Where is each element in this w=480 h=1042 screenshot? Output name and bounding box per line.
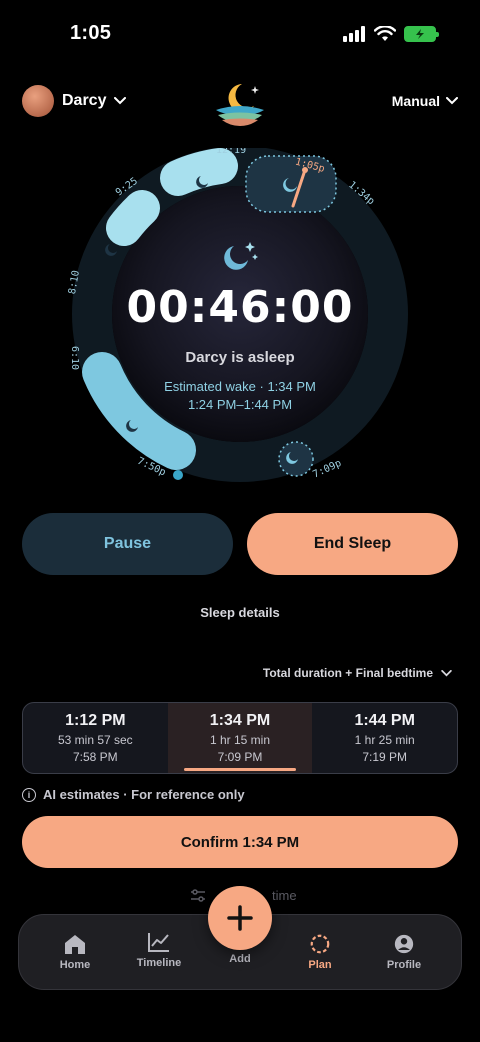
- tab-profile[interactable]: Profile: [369, 933, 439, 971]
- wake-option-duration: 1 hr 25 min: [354, 733, 415, 747]
- mode-selector[interactable]: Manual: [392, 93, 458, 109]
- faded-row-label: time: [272, 888, 297, 903]
- estimated-wake-range: 1:24 PM–1:44 PM: [187, 397, 293, 412]
- sleep-segment[interactable]: [106, 190, 160, 246]
- battery-icon: [404, 26, 439, 42]
- wake-option-duration: 1 hr 15 min: [209, 733, 271, 747]
- end-sleep-button[interactable]: End Sleep: [247, 513, 458, 575]
- ai-disclaimer-text: AI estimates · For reference only: [43, 787, 245, 802]
- wake-option-time: 1:34 PM: [209, 712, 271, 729]
- chevron-down-icon: [446, 97, 458, 105]
- duration-selector-label: Total duration + Final bedtime: [262, 666, 433, 680]
- wake-option[interactable]: 1:44 PM 1 hr 25 min 7:19 PM: [312, 703, 457, 773]
- tab-profile-label: Profile: [386, 959, 422, 971]
- wake-option-selected[interactable]: 1:34 PM 1 hr 15 min 7:09 PM: [167, 703, 313, 773]
- wake-time-options: 1:12 PM 53 min 57 sec 7:58 PM 1:34 PM 1 …: [22, 702, 458, 774]
- bedtime-marker[interactable]: [278, 441, 314, 477]
- status-time: 1:05: [70, 22, 112, 44]
- tab-home[interactable]: Home: [40, 933, 110, 971]
- user-name: Darcy: [62, 92, 107, 109]
- wake-option-bedtime: 7:58 PM: [72, 750, 118, 764]
- plus-icon: [227, 905, 253, 931]
- wake-option[interactable]: 1:12 PM 53 min 57 sec 7:58 PM: [23, 703, 168, 773]
- wake-option-bedtime: 7:09 PM: [217, 750, 263, 764]
- sleep-status: Darcy is asleep: [185, 349, 295, 366]
- app-logo-icon: [216, 84, 264, 126]
- mode-label: Manual: [391, 93, 440, 109]
- duration-selector[interactable]: Total duration + Final bedtime: [263, 666, 452, 680]
- tab-home-label: Home: [59, 959, 91, 971]
- estimated-wake-time: Estimated wake · 1:34 PM: [164, 379, 316, 394]
- status-icons: [342, 26, 439, 42]
- dial-label: 12:19: [216, 148, 246, 156]
- sliders-icon: [191, 888, 205, 902]
- avatar: [22, 85, 54, 117]
- ai-disclaimer: i AI estimates · For reference only: [22, 787, 245, 802]
- header: Darcy Manual: [0, 80, 480, 130]
- tab-add[interactable]: Add: [205, 953, 275, 965]
- estimated-wake: Estimated wake · 1:34 PM 1:24 PM–1:44 PM: [62, 378, 418, 414]
- signal-icon: [343, 26, 365, 42]
- wake-option-time: 1:44 PM: [354, 712, 415, 729]
- wake-option-bedtime: 7:19 PM: [362, 750, 408, 764]
- wifi-icon: [374, 26, 396, 41]
- profile-icon: [394, 934, 414, 954]
- pause-button[interactable]: Pause: [22, 513, 233, 575]
- confirm-button[interactable]: Confirm 1:34 PM: [22, 816, 458, 868]
- home-icon: [65, 935, 85, 954]
- wake-option-time: 1:12 PM: [65, 712, 126, 729]
- start-handle[interactable]: [173, 470, 183, 480]
- dial-center-info: 00:46:00 Darcy is asleep Estimated wake …: [62, 240, 418, 414]
- sleep-details-link[interactable]: Sleep details: [0, 605, 480, 620]
- plan-circle-icon: [310, 934, 330, 954]
- chevron-down-icon: [441, 669, 452, 676]
- sleep-segment[interactable]: [160, 148, 238, 196]
- sleep-timer: 00:46:00: [126, 282, 354, 333]
- chart-line-icon: [148, 933, 169, 952]
- tab-plan[interactable]: Plan: [285, 933, 355, 971]
- selected-indicator: [183, 768, 297, 771]
- info-icon[interactable]: i: [22, 787, 36, 802]
- status-bar: 1:05: [0, 0, 480, 70]
- tab-plan-label: Plan: [308, 959, 332, 971]
- add-button[interactable]: [208, 886, 272, 950]
- chevron-down-icon: [114, 97, 127, 105]
- tab-add-label: Add: [229, 953, 251, 965]
- user-selector[interactable]: Darcy: [22, 85, 127, 117]
- tab-timeline-label: Timeline: [136, 957, 182, 969]
- tab-timeline[interactable]: Timeline: [124, 931, 194, 969]
- wake-option-duration: 53 min 57 sec: [57, 733, 133, 747]
